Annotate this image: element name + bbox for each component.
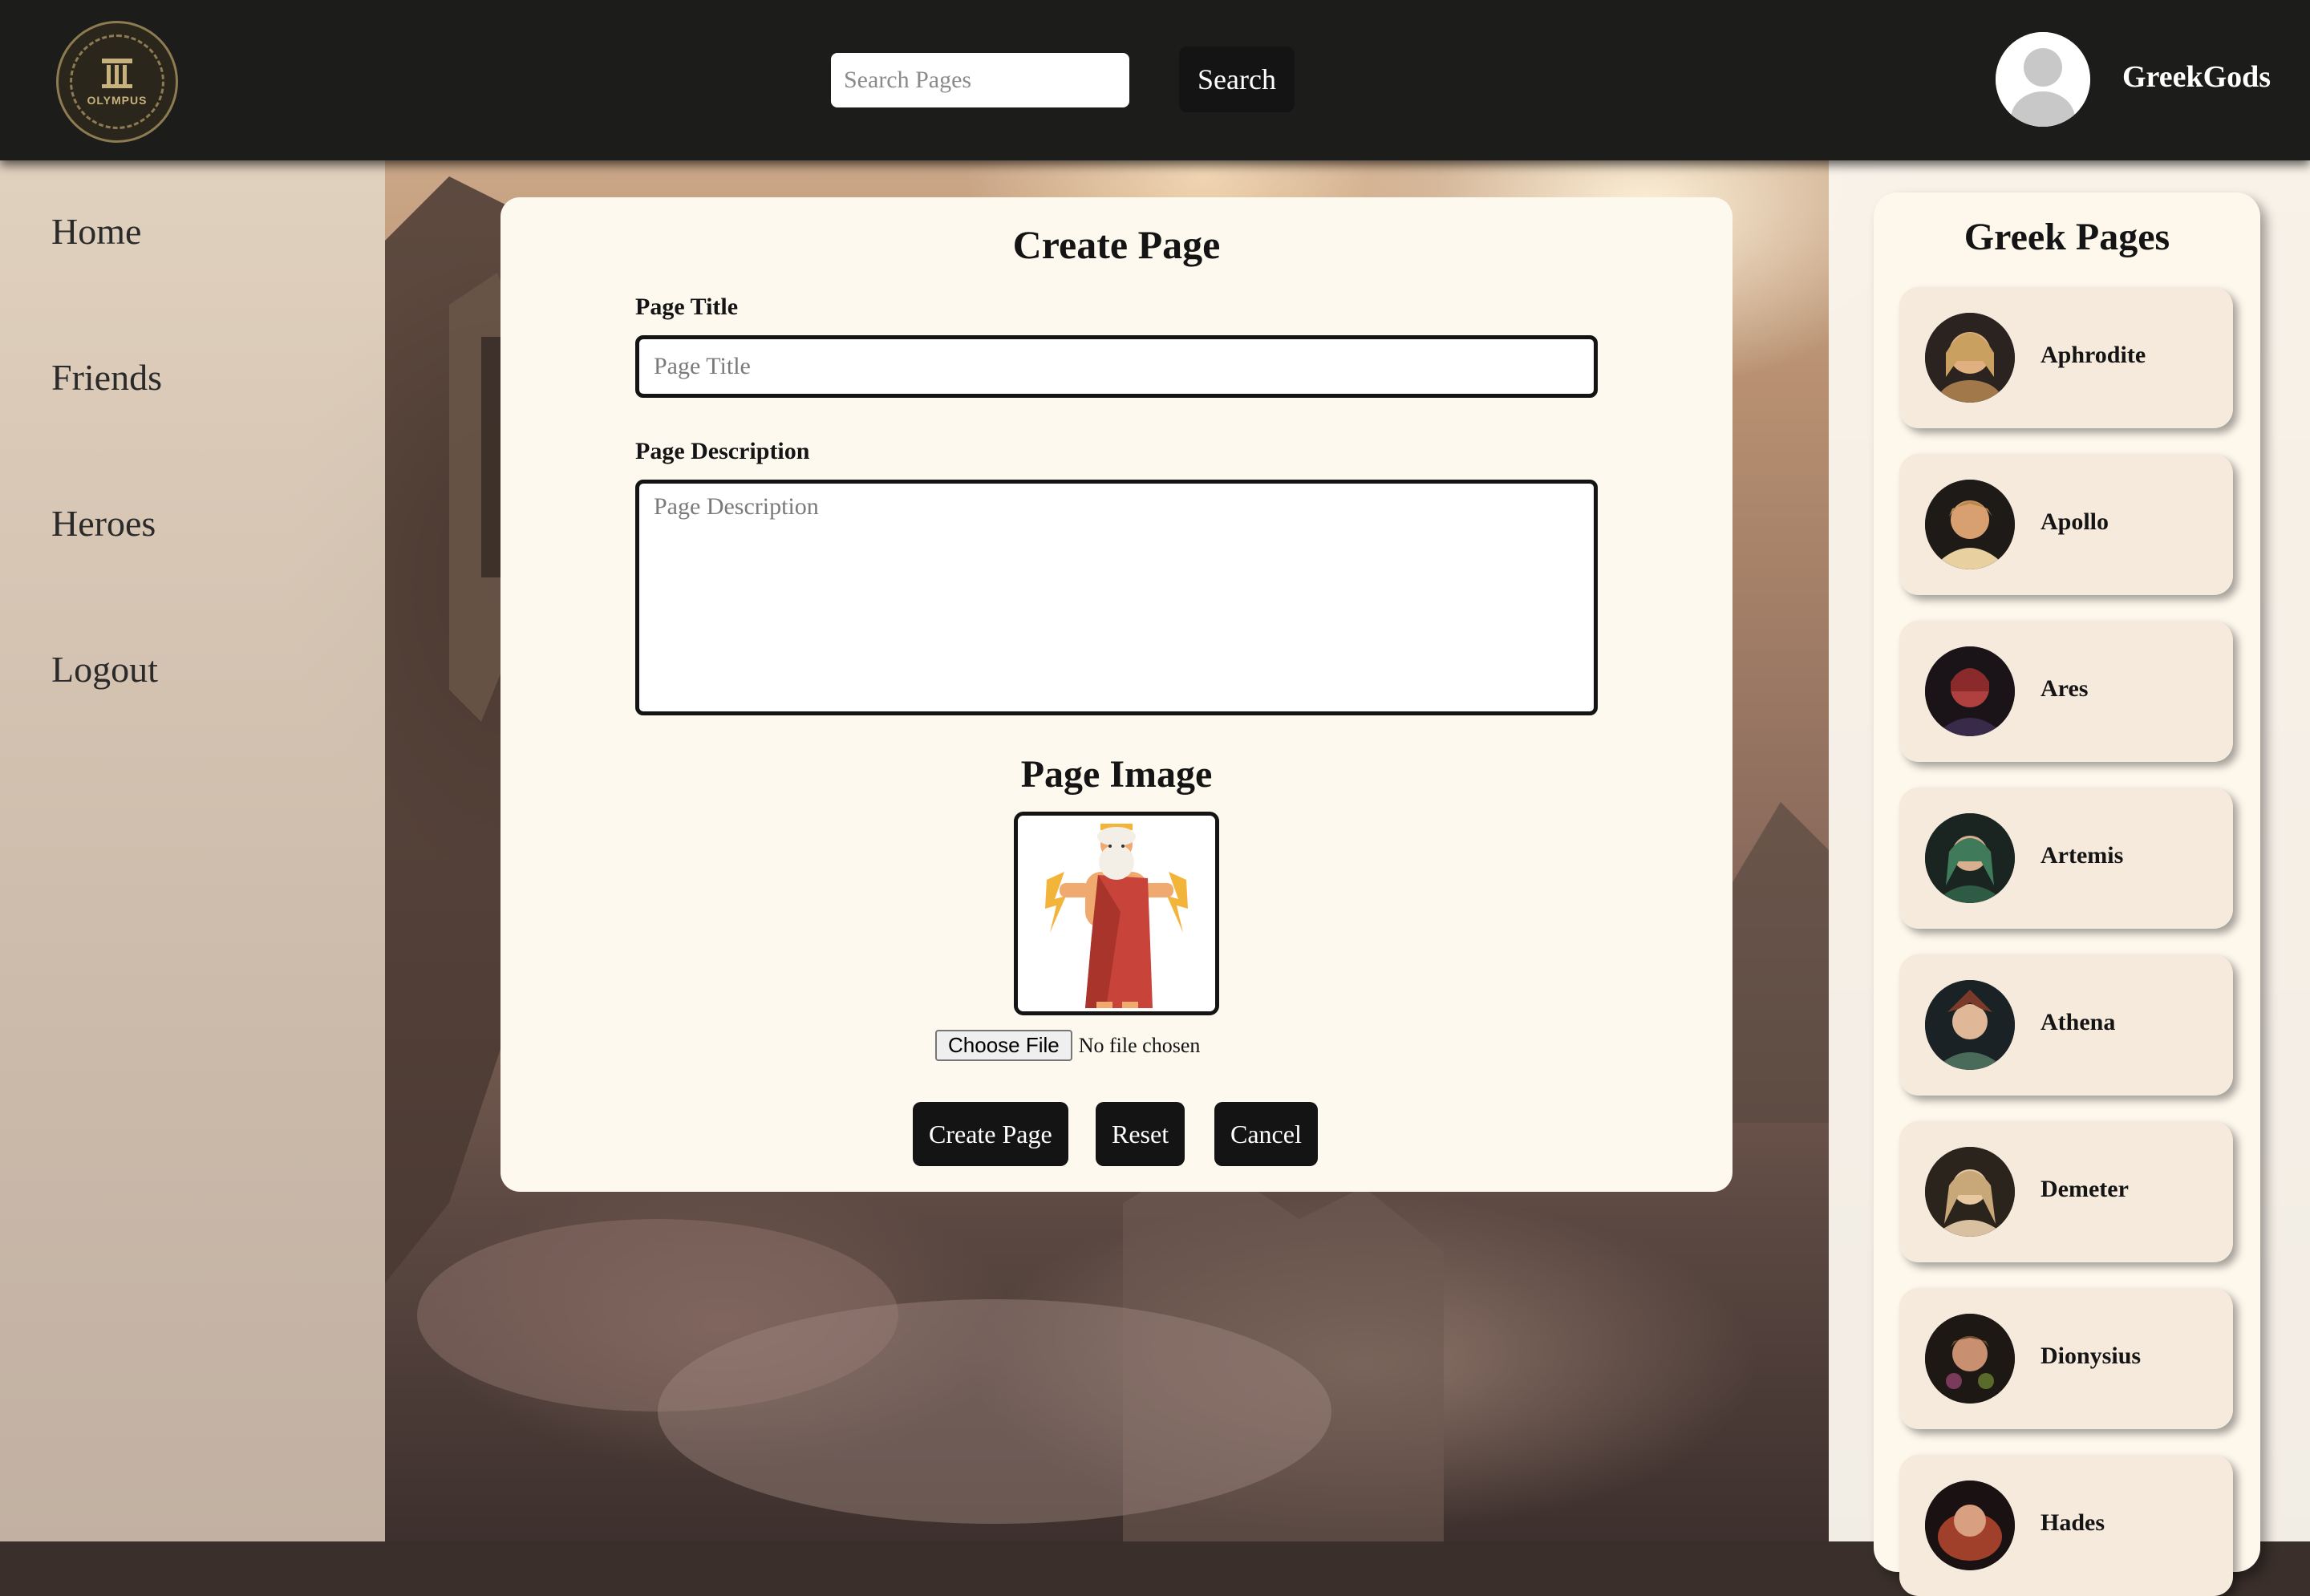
choose-file-button[interactable]: Choose File bbox=[935, 1030, 1072, 1061]
logo-ring: OLYMPUS bbox=[70, 34, 164, 129]
logo-text: OLYMPUS bbox=[87, 94, 148, 107]
nav-item-friends[interactable]: Friends bbox=[51, 356, 162, 399]
username[interactable]: GreekGods bbox=[2122, 59, 2271, 95]
artemis-avatar bbox=[1925, 813, 2015, 903]
nav-item-home[interactable]: Home bbox=[51, 210, 141, 253]
reset-button[interactable]: Reset bbox=[1096, 1102, 1185, 1166]
create-page-title: Create Page bbox=[1012, 222, 1221, 267]
athena-portrait-icon bbox=[1925, 980, 2015, 1070]
artemis-portrait-icon bbox=[1925, 813, 2015, 903]
search-input[interactable] bbox=[831, 53, 1129, 107]
zeus-illustration bbox=[1018, 816, 1215, 1011]
user-avatar[interactable] bbox=[1996, 32, 2090, 127]
demeter-portrait-icon bbox=[1925, 1147, 2015, 1237]
create-page-card: Create Page Page Title Page Description … bbox=[500, 197, 1732, 1192]
file-status-text: No file chosen bbox=[1078, 1033, 1201, 1057]
page-title-input[interactable] bbox=[635, 335, 1598, 398]
ares-portrait-icon bbox=[1925, 646, 2015, 736]
column-icon bbox=[102, 59, 132, 88]
god-name: Aphrodite bbox=[2040, 342, 2146, 368]
greek-page-item-artemis[interactable]: Artemis bbox=[1899, 788, 2233, 929]
file-input-row: Choose File No file chosen bbox=[935, 1030, 1200, 1061]
olympus-logo[interactable]: OLYMPUS bbox=[56, 21, 178, 143]
apollo-avatar bbox=[1925, 480, 2015, 569]
aphrodite-portrait-icon bbox=[1925, 313, 2015, 403]
hades-avatar bbox=[1925, 1481, 2015, 1570]
god-name: Dionysius bbox=[2040, 1343, 2142, 1369]
nav-item-logout[interactable]: Logout bbox=[51, 648, 158, 691]
god-name: Apollo bbox=[2040, 508, 2109, 535]
create-page-button[interactable]: Create Page bbox=[913, 1102, 1068, 1166]
god-name: Artemis bbox=[2040, 842, 2124, 869]
dionysius-portrait-icon bbox=[1925, 1314, 2015, 1404]
greek-page-item-dionysius[interactable]: Dionysius bbox=[1899, 1288, 2233, 1429]
greek-pages-title: Greek Pages bbox=[1964, 216, 2170, 258]
left-sidebar: Home Friends Heroes Logout bbox=[0, 160, 385, 1541]
greek-page-item-athena[interactable]: Athena bbox=[1899, 954, 2233, 1096]
top-header: OLYMPUS Search GreekGods bbox=[0, 0, 2310, 160]
nav-item-heroes[interactable]: Heroes bbox=[51, 502, 156, 545]
page-image-preview bbox=[1014, 812, 1219, 1015]
god-name: Hades bbox=[2040, 1509, 2105, 1536]
hades-portrait-icon bbox=[1925, 1481, 2015, 1570]
greek-page-item-hades[interactable]: Hades bbox=[1899, 1455, 2233, 1596]
greek-page-item-ares[interactable]: Ares bbox=[1899, 621, 2233, 762]
page-description-textarea[interactable] bbox=[635, 480, 1598, 715]
aphrodite-avatar bbox=[1925, 313, 2015, 403]
demeter-avatar bbox=[1925, 1147, 2015, 1237]
god-name: Ares bbox=[2040, 675, 2089, 702]
greek-page-item-demeter[interactable]: Demeter bbox=[1899, 1121, 2233, 1262]
greek-page-item-aphrodite[interactable]: Aphrodite bbox=[1899, 287, 2233, 428]
god-name: Athena bbox=[2040, 1009, 2116, 1035]
dionysius-avatar bbox=[1925, 1314, 2015, 1404]
page-description-label: Page Description bbox=[635, 438, 810, 464]
search-button[interactable]: Search bbox=[1179, 47, 1295, 112]
god-name: Demeter bbox=[2040, 1176, 2129, 1202]
greek-page-item-apollo[interactable]: Apollo bbox=[1899, 454, 2233, 595]
cancel-button[interactable]: Cancel bbox=[1214, 1102, 1318, 1166]
athena-avatar bbox=[1925, 980, 2015, 1070]
page-image-label: Page Image bbox=[1020, 753, 1213, 796]
greek-pages-card: Greek Pages Aphrodite Apollo Ares Artemi… bbox=[1874, 192, 2260, 1596]
apollo-portrait-icon bbox=[1925, 480, 2015, 569]
default-avatar-icon bbox=[1996, 32, 2090, 127]
ares-avatar bbox=[1925, 646, 2015, 736]
page-title-label: Page Title bbox=[635, 294, 739, 320]
